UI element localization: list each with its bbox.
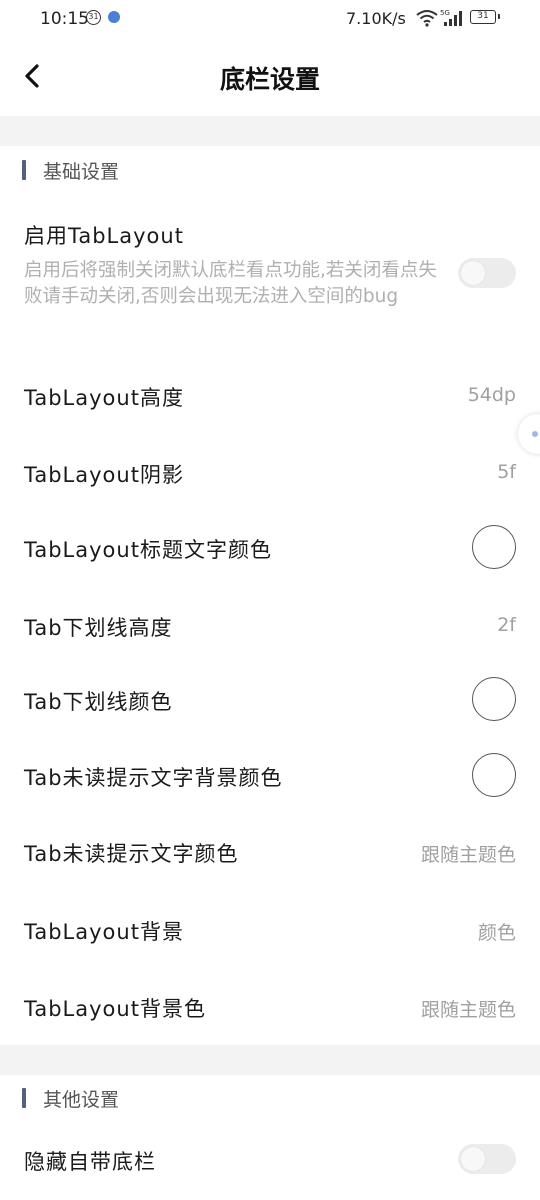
setting-label: Tab未读提示文字背景颜色: [24, 766, 283, 790]
section-accent-bar: [22, 160, 26, 180]
page-title: 底栏设置: [219, 65, 320, 94]
setting-tab-unread-bg-color[interactable]: Tab未读提示文字背景颜色: [0, 750, 540, 802]
setting-label: 隐藏自带底栏: [24, 1150, 156, 1174]
color-swatch[interactable]: [472, 753, 516, 797]
enable-tablayout-toggle[interactable]: [458, 258, 516, 288]
status-time: 10:15: [40, 9, 89, 29]
section-accent-bar: [22, 1088, 26, 1108]
signal-5g-icon: 5G: [440, 9, 462, 26]
setting-enable-tablayout[interactable]: 启用TabLayout 启用后将强制关闭默认底栏看点功能,若关闭看点失败请手动关…: [0, 220, 540, 340]
setting-value: 跟随主题色: [420, 999, 516, 1021]
setting-tab-unread-text-color[interactable]: Tab未读提示文字颜色 跟随主题色: [0, 826, 540, 878]
setting-value: 5f: [497, 461, 516, 483]
setting-tablayout-shadow[interactable]: TabLayout阴影 5f: [0, 447, 540, 499]
setting-value: 54dp: [467, 384, 516, 406]
setting-label: TabLayout高度: [24, 386, 184, 410]
wifi-icon: [416, 10, 438, 27]
color-swatch[interactable]: [472, 677, 516, 721]
setting-tablayout-background-color[interactable]: TabLayout背景色 跟随主题色: [0, 981, 540, 1033]
setting-hide-builtin-bar[interactable]: 隐藏自带底栏: [0, 1134, 540, 1186]
section-gap: [0, 116, 540, 146]
setting-tab-underline-height[interactable]: Tab下划线高度 2f: [0, 600, 540, 652]
setting-label: TabLayout背景: [24, 920, 184, 944]
toggle-knob: [461, 261, 485, 285]
setting-tablayout-background[interactable]: TabLayout背景 颜色: [0, 904, 540, 956]
setting-label: TabLayout背景色: [24, 997, 206, 1021]
setting-tab-underline-color[interactable]: Tab下划线颜色: [0, 674, 540, 726]
battery-icon: 31: [470, 10, 500, 24]
color-swatch[interactable]: [472, 525, 516, 569]
setting-value: 跟随主题色: [420, 844, 516, 866]
setting-label: TabLayout阴影: [24, 463, 184, 487]
svg-text:5G: 5G: [440, 9, 450, 17]
app-header: 底栏设置: [0, 40, 540, 116]
setting-label: Tab未读提示文字颜色: [24, 842, 239, 866]
status-bar: 10:15 31 7.10K/s 5G 31: [0, 0, 540, 40]
section-gap: [0, 1045, 540, 1075]
section-header-basic: 基础设置: [0, 146, 540, 194]
network-speed: 7.10K/s: [346, 9, 406, 28]
setting-label: Tab下划线颜色: [24, 690, 173, 714]
setting-label: Tab下划线高度: [24, 616, 173, 640]
section-header-other: 其他设置: [0, 1074, 540, 1122]
calendar-badge-icon: 31: [86, 10, 101, 25]
hide-builtin-bar-toggle[interactable]: [458, 1144, 516, 1174]
setting-label: 启用TabLayout: [24, 224, 184, 248]
setting-label: TabLayout标题文字颜色: [24, 538, 272, 562]
setting-tablayout-height[interactable]: TabLayout高度 54dp: [0, 370, 540, 422]
setting-tablayout-title-color[interactable]: TabLayout标题文字颜色: [0, 522, 540, 574]
setting-value: 2f: [497, 614, 516, 636]
section-title: 其他设置: [43, 1089, 120, 1111]
setting-value: 颜色: [477, 922, 516, 944]
setting-description: 启用后将强制关闭默认底栏看点功能,若关闭看点失败请手动关闭,否则会出现无法进入空…: [24, 260, 437, 307]
app-notification-icon: [108, 11, 120, 23]
section-title: 基础设置: [43, 161, 120, 183]
toggle-knob: [461, 1147, 485, 1171]
